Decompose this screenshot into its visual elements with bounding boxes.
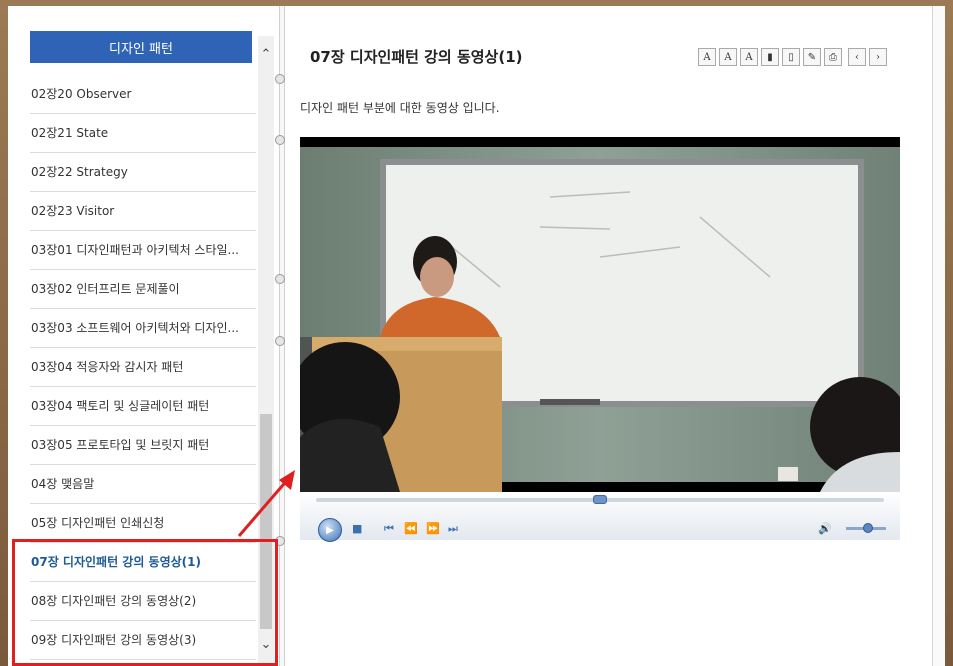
rewind-icon[interactable]: ⏪ (404, 522, 418, 536)
binding-ring-icon (275, 336, 285, 346)
chapter-list-item[interactable]: 03장04 적응자와 감시자 패턴 (30, 348, 256, 387)
seek-bar[interactable] (316, 495, 884, 504)
next-page-icon[interactable]: › (869, 48, 887, 66)
seek-thumb[interactable] (593, 495, 607, 504)
play-button[interactable]: ▶ (318, 518, 342, 542)
binding-ring-icon (275, 274, 285, 284)
fast-forward-icon[interactable]: ⏩ (426, 522, 440, 536)
sidebar-header: 디자인 패턴 (30, 31, 252, 63)
page-edge (932, 6, 945, 666)
chapter-list-item[interactable]: 02장21 State (30, 114, 256, 153)
video-controls: ▶ ■ ⏮ ⏪ ⏩ ⏭ 🔊 (300, 492, 900, 542)
chapter-list-item[interactable]: 03장03 소프트웨어 아키텍처와 디자인... (30, 309, 256, 348)
chapter-list-item[interactable]: 02장22 Strategy (30, 153, 256, 192)
font-decrease-icon[interactable]: A (698, 48, 716, 66)
binding-ring-icon (275, 74, 285, 84)
font-increase-icon[interactable]: A (719, 48, 737, 66)
skip-back-icon[interactable]: ⏮ (384, 522, 394, 536)
annotation-arrow-icon (237, 470, 295, 537)
prev-page-icon[interactable]: ‹ (848, 48, 866, 66)
chapter-list-item[interactable]: 02장20 Observer (30, 75, 256, 114)
page-description: 디자인 패턴 부분에 대한 동영상 입니다. (300, 101, 500, 115)
memo-icon[interactable]: ✎ (803, 48, 821, 66)
print-icon[interactable]: ⎙ (824, 48, 842, 66)
volume-icon[interactable]: 🔊 (818, 522, 832, 536)
bookmark-icon[interactable]: ▮ (761, 48, 779, 66)
chapter-list-item[interactable]: 03장04 팩토리 및 싱글레이턴 패턴 (30, 387, 256, 426)
chapter-list-item[interactable]: 02장23 Visitor (30, 192, 256, 231)
chapter-list-item[interactable]: 03장05 프로토타입 및 브릿지 패턴 (30, 426, 256, 465)
font-reset-icon[interactable]: A (740, 48, 758, 66)
bookmark-list-icon[interactable]: ▯ (782, 48, 800, 66)
video-still (300, 137, 900, 492)
chapter-list-item[interactable]: 03장01 디자인패턴과 아키텍처 스타일... (30, 231, 256, 270)
stop-icon[interactable]: ■ (352, 522, 362, 536)
reader-toolbar: A A A ▮ ▯ ✎ ⎙ ‹ › (698, 48, 887, 66)
page-title: 07장 디자인패턴 강의 동영상(1) (310, 48, 523, 66)
skip-forward-icon[interactable]: ⏭ (448, 522, 458, 536)
binding-ring-icon (275, 135, 285, 145)
book-page: 디자인 패턴 02장20 Observer 02장21 State 02장22 St… (8, 6, 945, 666)
volume-thumb[interactable] (863, 523, 873, 533)
chapter-list-item[interactable]: 04장 맺음말 (30, 465, 256, 504)
annotation-highlight-box (12, 539, 278, 666)
chapter-list-item[interactable]: 05장 디자인패턴 인쇄신청 (30, 504, 256, 543)
chapter-list-item[interactable]: 03장02 인터프리트 문제풀이 (30, 270, 256, 309)
lecture-video[interactable] (300, 137, 900, 492)
scroll-up-icon[interactable]: ⌃ (258, 46, 274, 64)
